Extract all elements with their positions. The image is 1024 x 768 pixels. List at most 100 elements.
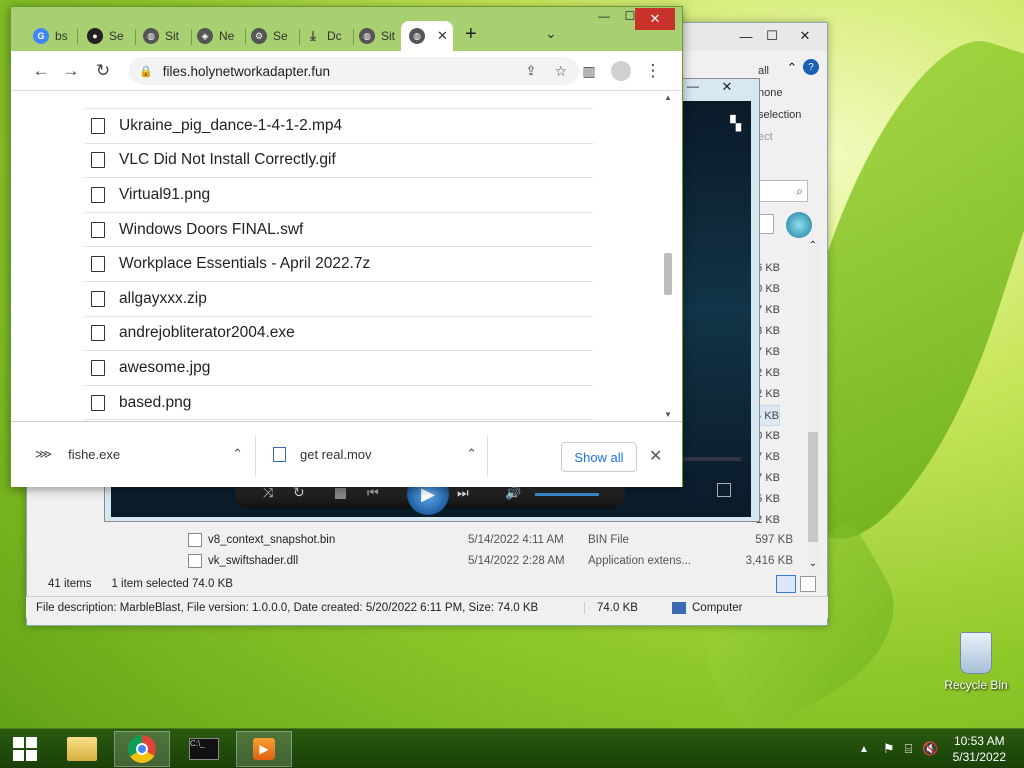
- explorer-scrollbar[interactable]: ⌃ ⌄: [806, 240, 820, 574]
- explorer-search-input[interactable]: ⌕: [756, 180, 808, 202]
- forward-icon[interactable]: →: [59, 59, 83, 83]
- next-icon[interactable]: ⏭: [457, 485, 469, 501]
- profile-avatar[interactable]: [609, 59, 633, 83]
- file-link[interactable]: andrejobliterator2004.exe: [119, 324, 295, 342]
- minimize-button[interactable]: —: [733, 27, 759, 45]
- tab-downloads[interactable]: ⤓ Dc: [297, 21, 347, 51]
- tab-close-icon[interactable]: ✕: [437, 28, 448, 44]
- selected-count: 1 item selected 74.0 KB: [111, 578, 233, 590]
- volume-icon[interactable]: 🔊: [505, 485, 521, 501]
- list-item[interactable]: allgayxxx.zip: [85, 282, 593, 317]
- start-button[interactable]: [2, 731, 48, 767]
- list-item[interactable]: Windows Doors FINAL.swf: [85, 213, 593, 248]
- large-icons-view-icon[interactable]: [800, 576, 816, 592]
- new-tab-button[interactable]: +: [465, 23, 477, 46]
- tab-strip: Gbs ● Se ◍ Sit ◈ Ne ⚙ Se ⤓ Dc ◍ Sit ◍ ✕ + ⌄ — …: [11, 7, 682, 51]
- file-link[interactable]: Virtual91.png: [119, 186, 210, 204]
- chevron-up-icon[interactable]: ⌃: [232, 446, 243, 462]
- chrome-close-button[interactable]: ✕: [635, 8, 675, 30]
- fish-icon: ⋙: [35, 447, 53, 461]
- previous-icon[interactable]: ⏮: [367, 485, 379, 501]
- chrome-minimize-button[interactable]: —: [591, 9, 617, 27]
- side-panel-icon[interactable]: ▥: [577, 59, 601, 83]
- tab-github[interactable]: ● Se: [79, 21, 129, 51]
- taskbar-command-prompt[interactable]: C:\_: [176, 731, 232, 767]
- chrome-window: Gbs ● Se ◍ Sit ◈ Ne ⚙ Se ⤓ Dc ◍ Sit ◍ ✕ + ⌄ — …: [10, 6, 683, 487]
- close-button[interactable]: ✕: [787, 27, 823, 45]
- player-minimize-button[interactable]: —: [683, 79, 703, 99]
- download-item[interactable]: ⋙ fishe.exe ⌃: [35, 436, 243, 472]
- player-close-button[interactable]: ✕: [705, 79, 749, 99]
- list-item[interactable]: awesome.jpg: [85, 351, 593, 386]
- tab-search-icon[interactable]: ⌄: [545, 25, 557, 42]
- share-icon[interactable]: ⇪: [526, 63, 537, 79]
- list-item[interactable]: Workplace Essentials - April 2022.7z: [85, 247, 593, 282]
- tab-separator: [77, 29, 78, 45]
- show-hidden-icons[interactable]: ▲: [859, 744, 869, 755]
- network-icon[interactable]: ⌸: [905, 741, 913, 757]
- stop-icon[interactable]: [335, 488, 346, 499]
- chevron-up-icon[interactable]: ⌃: [466, 446, 477, 462]
- download-item[interactable]: get real.mov ⌃: [273, 436, 477, 472]
- bookmark-star-icon[interactable]: ☆: [554, 63, 567, 80]
- scroll-up-arrow[interactable]: ▲: [662, 93, 674, 102]
- switch-to-library-icon[interactable]: ▚: [730, 115, 741, 132]
- taskbar-file-explorer[interactable]: [54, 731, 110, 767]
- fullscreen-icon[interactable]: [717, 483, 731, 497]
- tab-label: Sit: [381, 29, 396, 43]
- tab-active[interactable]: ◍ ✕: [401, 21, 453, 51]
- reload-icon[interactable]: ↻: [91, 59, 115, 83]
- back-icon[interactable]: ←: [29, 59, 53, 83]
- tab-site[interactable]: ◍ Sit: [135, 21, 185, 51]
- chrome-menu-icon[interactable]: ⋮: [641, 59, 665, 83]
- tab-site-2[interactable]: ◍ Sit: [351, 21, 401, 51]
- scroll-thumb[interactable]: [808, 432, 818, 542]
- tab-ne[interactable]: ◈ Ne: [189, 21, 239, 51]
- file-row[interactable]: v8_context_snapshot.bin 5/14/2022 4:11 A…: [180, 529, 795, 550]
- chrome-icon: [128, 735, 156, 763]
- taskbar-chrome[interactable]: [114, 731, 170, 767]
- tab-google[interactable]: Gbs: [25, 21, 75, 51]
- scroll-thumb[interactable]: [664, 253, 672, 295]
- action-center-icon[interactable]: ⚑: [883, 741, 895, 757]
- list-item[interactable]: andrejobliterator2004.exe: [85, 317, 593, 352]
- file-link[interactable]: allgayxxx.zip: [119, 290, 207, 308]
- taskbar-media-player[interactable]: ▶: [236, 731, 292, 767]
- globe-icon: ◍: [143, 28, 159, 44]
- volume-muted-icon[interactable]: 🔇: [922, 741, 938, 757]
- file-size: 597 KB: [755, 533, 793, 546]
- scroll-up-arrow[interactable]: ⌃: [806, 240, 820, 256]
- file-link[interactable]: Windows Doors FINAL.swf: [119, 221, 303, 239]
- close-shelf-icon[interactable]: ✕: [649, 446, 662, 466]
- clock[interactable]: 10:53 AM 5/31/2022: [953, 733, 1006, 765]
- globe-icon: ◍: [359, 28, 375, 44]
- shuffle-icon[interactable]: ⤨: [263, 485, 273, 501]
- show-all-button[interactable]: Show all: [561, 442, 637, 472]
- file-row[interactable]: vk_swiftshader.dll 5/14/2022 2:28 AM App…: [180, 550, 795, 571]
- tab-label: Dc: [327, 29, 342, 43]
- details-view-icon[interactable]: [776, 575, 796, 593]
- volume-slider[interactable]: [535, 493, 599, 496]
- address-bar[interactable]: 🔒 files.holynetworkadapter.fun ⇪ ☆: [129, 57, 579, 85]
- gear-icon: ⚙: [251, 28, 267, 44]
- chrome-toolbar: ← → ↻ 🔒 files.holynetworkadapter.fun ⇪ ☆…: [11, 51, 682, 91]
- file-link[interactable]: Ukraine_pig_dance-1-4-1-2.mp4: [119, 117, 342, 135]
- file-link[interactable]: Workplace Essentials - April 2022.7z: [119, 255, 370, 273]
- page-scrollbar[interactable]: ▲ ▼: [662, 93, 674, 419]
- list-item[interactable]: based.png: [85, 386, 593, 421]
- maximize-button[interactable]: ☐: [759, 27, 785, 45]
- file-icon: [91, 221, 105, 238]
- list-item[interactable]: Ukraine_pig_dance-1-4-1-2.mp4: [85, 109, 593, 144]
- file-link[interactable]: awesome.jpg: [119, 359, 210, 377]
- folder-icon: [67, 737, 97, 761]
- file-link[interactable]: based.png: [119, 394, 191, 412]
- explorer-file-list: v8_context_snapshot.bin 5/14/2022 4:11 A…: [180, 529, 795, 571]
- archive-file-icon: [91, 290, 105, 307]
- recycle-bin[interactable]: Recycle Bin: [940, 632, 1012, 692]
- scroll-down-arrow[interactable]: ▼: [662, 410, 674, 419]
- list-item[interactable]: [85, 91, 593, 109]
- list-item[interactable]: Virtual91.png: [85, 178, 593, 213]
- list-item[interactable]: VLC Did Not Install Correctly.gif: [85, 144, 593, 179]
- file-link[interactable]: VLC Did Not Install Correctly.gif: [119, 151, 336, 169]
- tab-settings[interactable]: ⚙ Se: [243, 21, 293, 51]
